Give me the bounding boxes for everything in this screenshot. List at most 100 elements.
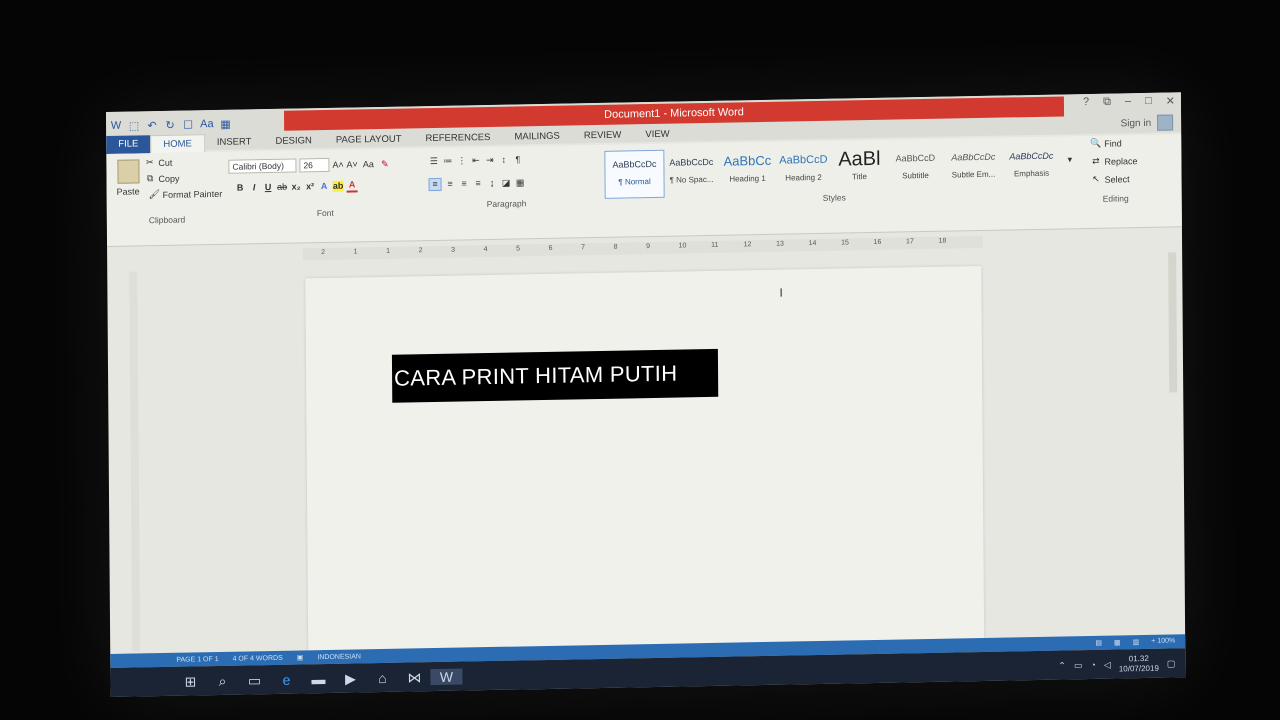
cut-label: Cut [158,157,173,168]
show-marks-icon[interactable]: ¶ [512,154,523,165]
line-spacing-icon[interactable]: ↨ [487,178,498,189]
close-icon[interactable]: ✕ [1166,94,1175,107]
clock[interactable]: 01.32 10/07/2019 [1119,654,1159,675]
task-view-icon[interactable]: ▭ [238,672,270,690]
bold-icon[interactable]: B [235,182,246,193]
multilevel-list-icon[interactable]: ⋮ [456,155,467,166]
styles-group-label: Styles [822,192,846,203]
grow-font-icon[interactable]: A˄ [332,159,343,170]
replace-button[interactable]: ⇄ Replace [1090,155,1137,167]
paste-label: Paste [116,186,140,197]
align-left-icon[interactable]: ≡ [428,177,442,192]
numbering-icon[interactable]: ≔ [442,156,453,167]
shrink-font-icon[interactable]: A˅ [346,159,357,170]
bullets-icon[interactable]: ☰ [428,156,439,167]
subscript-icon[interactable]: x₂ [291,181,302,192]
tab-page-layout[interactable]: PAGE LAYOUT [324,130,414,150]
word-taskbar-icon[interactable]: W [430,668,463,686]
visual-studio-icon[interactable]: ⋈ [398,669,430,687]
tab-insert[interactable]: INSERT [205,133,264,152]
find-button[interactable]: 🔍 Find [1090,137,1122,149]
tab-home[interactable]: HOME [150,134,205,154]
tab-review[interactable]: REVIEW [572,126,634,145]
ruler-number: 14 [808,239,817,248]
proofing-icon[interactable]: ▣ [297,653,304,661]
justify-icon[interactable]: ≡ [473,178,484,189]
document-text[interactable]: CARA PRINT HITAM PUTIH [391,348,719,403]
read-mode-icon[interactable]: ▤ [1095,639,1102,647]
style-heading-1[interactable]: AaBbCc Heading 1 [718,148,776,195]
sign-in-label[interactable]: Sign in [1120,117,1151,129]
language[interactable]: INDONESIAN [317,653,361,661]
sign-in[interactable]: Sign in [1120,114,1174,131]
tab-references[interactable]: REFERENCES [413,129,502,149]
superscript-icon[interactable]: x² [305,181,316,192]
minimize-icon[interactable]: – [1125,95,1131,108]
page-count[interactable]: PAGE 1 OF 1 [176,655,218,663]
web-layout-icon[interactable]: ▥ [1133,638,1140,646]
document-page[interactable]: CARA PRINT HITAM PUTIH [305,265,985,679]
clipboard-group-label: Clipboard [148,214,186,226]
tab-design[interactable]: DESIGN [263,132,324,151]
style-title[interactable]: AaBl Title [830,146,888,193]
strikethrough-icon[interactable]: ab [277,182,288,193]
new-document-icon[interactable]: ☐ [182,118,194,131]
align-right-icon[interactable]: ≡ [459,178,470,189]
user-avatar-icon[interactable] [1157,114,1174,131]
text-effects-icon[interactable]: A [319,181,330,192]
change-case-icon[interactable]: Aa [360,159,376,170]
style-no-spacing[interactable]: AaBbCcDc ¶ No Spac... [662,149,720,196]
word-count[interactable]: 4 OF 4 WORDS [233,654,283,662]
print-layout-icon[interactable]: ▦ [1114,638,1121,646]
edge-browser-icon[interactable]: e [270,671,302,688]
italic-icon[interactable]: I [249,182,260,193]
help-icon[interactable]: ? [1083,96,1089,109]
clear-formatting-icon[interactable]: ✎ [379,158,390,169]
font-name-select[interactable]: Calibri (Body) [228,158,297,174]
style-normal[interactable]: AaBbCcDc ¶ Normal [604,149,665,199]
redo-icon[interactable]: ↻ [164,118,176,131]
chevron-up-icon[interactable]: ⌃ [1058,660,1066,671]
format-painter-button[interactable]: 🖌 Format Painter [149,188,223,200]
tab-mailings[interactable]: MAILINGS [502,127,572,146]
paragraph-row-2: ≡ ≡ ≡ ≡ ↨ ◪ ▦ [428,176,526,192]
cut-button[interactable]: ✂ Cut [144,157,172,169]
battery-icon[interactable]: ▭ [1074,660,1083,671]
style-subtle-emphasis[interactable]: AaBbCcDc Subtle Em... [944,144,1002,191]
style-subtitle[interactable]: AaBbCcD Subtitle [886,145,944,192]
highlight-icon[interactable]: ab [332,180,344,192]
ribbon-display-icon[interactable]: ⧉ [1103,96,1111,109]
paste-button[interactable]: Paste [116,159,140,197]
start-windows-icon[interactable]: ⊞ [174,673,206,691]
decrease-indent-icon[interactable]: ⇤ [470,155,481,166]
maximize-icon[interactable]: □ [1145,95,1152,108]
tab-file[interactable]: FILE [106,135,151,154]
borders-icon[interactable]: ▦ [515,177,526,188]
file-explorer-icon[interactable]: ▬ [302,671,334,688]
notifications-icon[interactable]: ▢ [1167,658,1176,669]
volume-icon[interactable]: ◁ [1104,659,1111,670]
style-emphasis[interactable]: AaBbCcDc Emphasis [1002,143,1060,190]
zoom-level[interactable]: + 100% [1151,637,1175,645]
network-icon[interactable]: ◔ [1090,660,1096,670]
media-player-icon[interactable]: ▶ [334,670,366,688]
copy-button[interactable]: ⧉ Copy [144,173,180,185]
select-button[interactable]: ↖ Select [1091,173,1130,185]
save-icon[interactable]: ⬚ [128,119,140,132]
font-color-icon[interactable]: A [346,179,358,193]
shading-icon[interactable]: ◪ [501,178,512,189]
store-icon[interactable]: ⌂ [366,670,398,687]
underline-icon[interactable]: U [263,182,274,193]
search-icon[interactable]: ⌕ [206,672,238,690]
vertical-scrollbar[interactable] [1168,252,1178,393]
font-size-select[interactable]: 26 [299,157,330,173]
sort-icon[interactable]: ↕ [498,155,509,166]
font-case-icon[interactable]: Aa [200,118,214,130]
style-heading-2[interactable]: AaBbCcD Heading 2 [774,147,832,194]
table-icon[interactable]: ▦ [220,117,232,130]
undo-icon[interactable]: ↶ [146,119,158,132]
increase-indent-icon[interactable]: ⇥ [484,155,495,166]
align-center-icon[interactable]: ≡ [445,179,456,190]
tab-view[interactable]: VIEW [633,125,681,144]
styles-more-icon[interactable]: ▾ [1064,154,1075,165]
